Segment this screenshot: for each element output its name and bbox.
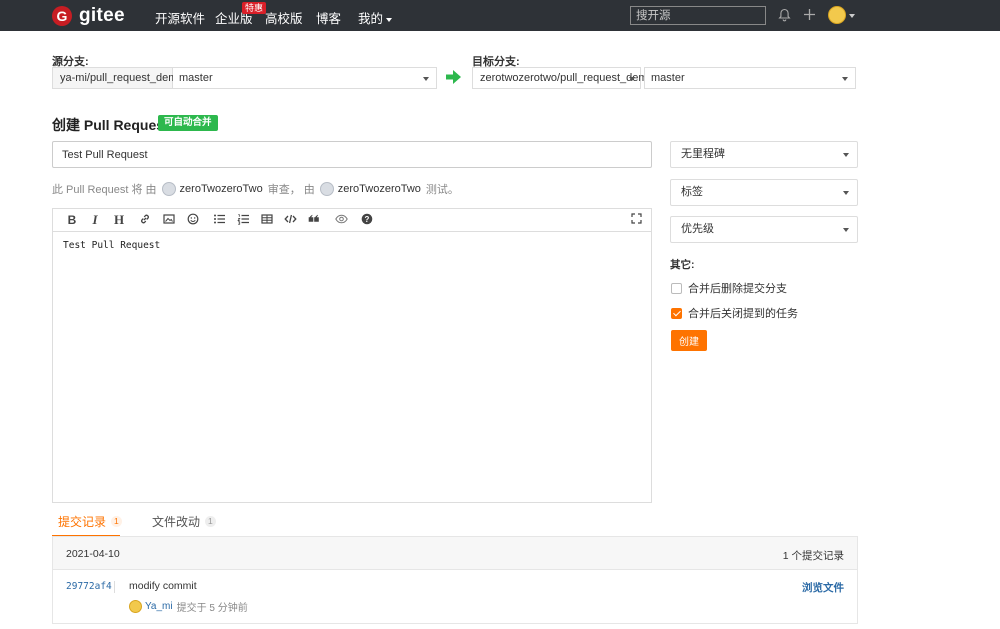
quote-icon[interactable] [307,213,321,227]
chevron-down-icon [843,153,849,157]
search-input[interactable] [630,6,766,25]
commit-list: 2021-04-10 1 个提交记录 29772af4 modify commi… [52,536,858,624]
tab-files-label: 文件改动 [152,515,201,529]
gitee-logo[interactable]: G gitee [52,5,125,27]
italic-icon[interactable]: I [88,213,102,227]
nav-mine[interactable]: 我的 [358,8,393,27]
commit-sha-link[interactable]: 29772af4 [66,581,112,592]
reviewer-line: 此 Pull Request 将 由 zeroTwozeroTwo 审查， 由 … [52,181,459,197]
chevron-down-icon [423,77,429,81]
source-branch-value: master [179,72,213,84]
commit-message: modify commit [129,580,197,592]
ordered-list-icon[interactable] [236,213,250,227]
editor-toolbar: B I H ? [53,209,651,232]
top-navbar: G gitee 开源软件 企业版 特惠 高校版 博客 我的 [0,0,1000,31]
target-repo-value: zerotwozerotwo/pull_request_demo [480,72,654,84]
tab-commits-label: 提交记录 [58,515,107,529]
plus-icon[interactable] [803,8,816,24]
close-issues-option[interactable]: 合并后关闭提到的任务 [671,305,798,321]
fullscreen-icon[interactable] [629,213,643,227]
reviewer-name[interactable]: zeroTwozeroTwo [180,183,263,195]
image-icon[interactable] [162,213,176,227]
gitee-logo-text: gitee [79,5,125,26]
gitee-logo-mark: G [52,6,72,26]
arrow-right-icon [446,70,461,87]
link-icon[interactable] [138,213,152,227]
pr-title-input[interactable] [52,141,652,168]
auto-merge-badge: 可自动合并 [158,115,218,131]
priority-value: 优先级 [681,223,714,235]
commit-date: 2021-04-10 [66,548,120,560]
commit-time: 提交于 5 分钟前 [176,603,248,614]
source-branch-selector: ya-mi/pull_request_demo master [52,67,437,89]
preview-icon[interactable] [334,213,348,227]
other-label: 其它: [670,259,695,271]
review-prefix: 此 Pull Request 将 由 [52,184,157,196]
commit-author-line: Ya_mi 提交于 5 分钟前 [129,599,248,614]
review-suffix: 测试。 [425,184,459,196]
author-link[interactable]: Ya_mi [145,601,173,612]
tester-avatar [319,182,334,196]
nav-blog[interactable]: 博客 [316,8,341,27]
chevron-down-icon [843,228,849,232]
labels-value: 标签 [681,186,703,198]
user-avatar[interactable] [828,6,846,24]
priority-select[interactable]: 优先级 [670,216,858,243]
target-branch-dropdown[interactable]: master [644,67,856,89]
target-branch-selector: zerotwozerotwo/pull_request_demo master [472,67,856,89]
milestone-value: 无里程碑 [681,148,725,160]
divider [114,581,115,593]
create-button[interactable]: 创建 [671,330,707,351]
promo-badge: 特惠 [242,2,267,14]
chevron-down-icon [843,191,849,195]
tab-commits[interactable]: 提交记录 1 [52,510,122,537]
commit-row: 29772af4 modify commit Ya_mi 提交于 5 分钟前 浏… [53,570,857,624]
author-avatar [129,600,142,613]
bell-icon[interactable] [778,8,791,25]
emoji-icon[interactable] [186,213,200,227]
target-repo-dropdown[interactable]: zerotwozerotwo/pull_request_demo [472,67,654,89]
chevron-down-icon [842,77,848,81]
source-repo: ya-mi/pull_request_demo [52,67,184,89]
close-issues-checkbox[interactable] [671,307,682,319]
bold-icon[interactable]: B [65,213,79,227]
nav-open-source[interactable]: 开源软件 [155,8,205,27]
markdown-editor: B I H ? Test Pull Request [52,208,652,503]
svg-text:?: ? [365,215,370,224]
review-mid: 审查， 由 [267,184,315,196]
commit-group-header: 2021-04-10 1 个提交记录 [53,537,857,570]
source-branch-dropdown[interactable]: master [173,67,437,89]
delete-branch-option[interactable]: 合并后删除提交分支 [671,280,787,296]
help-icon[interactable]: ? [360,213,374,227]
chevron-down-icon [629,77,635,81]
nav-mine-label: 我的 [358,12,384,26]
labels-select[interactable]: 标签 [670,179,858,206]
tester-name[interactable]: zeroTwozeroTwo [338,183,421,195]
nav-education[interactable]: 高校版 [265,8,303,27]
tab-file-changes[interactable]: 文件改动 1 [152,510,216,537]
tab-commits-count: 1 [111,516,122,527]
reviewer-avatar [161,182,176,196]
commit-count: 1 个提交记录 [782,550,844,562]
milestone-select[interactable]: 无里程碑 [670,141,858,168]
code-icon[interactable] [283,213,297,227]
target-branch-value: master [651,72,685,84]
pr-tabs: 提交记录 1 文件改动 1 [52,510,858,537]
chevron-down-icon [386,17,393,22]
page-title: 创建 Pull Request [52,117,169,133]
pr-body-textarea[interactable]: Test Pull Request [53,232,651,259]
avatar-chevron-down-icon[interactable] [849,14,855,18]
delete-branch-label: 合并后删除提交分支 [688,283,787,295]
tab-files-count: 1 [205,516,216,527]
browse-files-link[interactable]: 浏览文件 [802,580,844,595]
delete-branch-checkbox[interactable] [671,282,682,294]
close-issues-label: 合并后关闭提到的任务 [688,308,798,320]
heading-icon[interactable]: H [112,213,126,227]
unordered-list-icon[interactable] [212,213,226,227]
table-icon[interactable] [260,213,274,227]
